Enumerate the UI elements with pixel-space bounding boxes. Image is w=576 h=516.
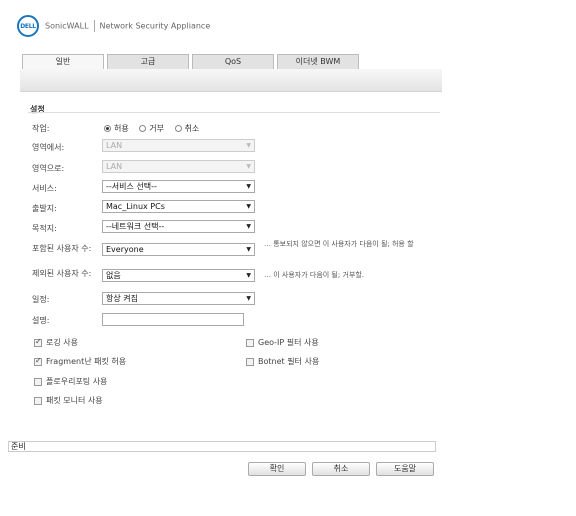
tab-qos[interactable]: QoS	[192, 54, 274, 69]
chevron-down-icon: ▼	[246, 246, 251, 253]
to-zone-value: LAN	[106, 162, 123, 171]
chevron-down-icon: ▼	[246, 295, 251, 302]
destination-select[interactable]: --네트워크 선택-- ▼	[102, 220, 255, 233]
cancel-button[interactable]: 취소	[312, 462, 370, 476]
tab-band	[20, 69, 442, 92]
botnet-label: Botnet 필터 사용	[258, 357, 320, 366]
chevron-down-icon: ▼	[246, 272, 251, 279]
brand-name: SonicWALL	[45, 21, 89, 31]
action-radio-group: 허용 거부 취소	[104, 123, 207, 134]
packet-monitor-option[interactable]: 패킷 모니터 사용	[34, 395, 103, 406]
radio-discard-label: 취소	[184, 124, 200, 133]
source-label: 출발지:	[32, 204, 57, 213]
geoip-label: Geo-IP 필터 사용	[258, 338, 319, 347]
to-zone-label: 영역으로:	[32, 164, 65, 173]
radio-allow-label: 허용	[114, 124, 129, 133]
schedule-value: 항상 켜짐	[106, 294, 138, 303]
packet-monitor-checkbox[interactable]	[34, 396, 42, 405]
botnet-checkbox[interactable]	[246, 357, 254, 366]
from-zone-label: 영역에서:	[32, 143, 65, 152]
tab-advanced[interactable]: 고급	[107, 54, 189, 69]
brand-separator	[93, 20, 95, 32]
radio-discard[interactable]	[174, 125, 182, 132]
geoip-option[interactable]: Geo-IP 필터 사용	[246, 337, 319, 348]
chevron-down-icon: ▼	[246, 183, 251, 190]
radio-deny[interactable]	[139, 125, 147, 132]
service-select[interactable]: --서비스 선택-- ▼	[102, 180, 255, 193]
botnet-option[interactable]: Botnet 필터 사용	[246, 356, 319, 367]
brand-title: SonicWALL Network Security Appliance	[45, 20, 210, 32]
from-zone-select: LAN ▼	[102, 139, 255, 152]
flow-reporting-checkbox[interactable]	[34, 377, 42, 386]
fragment-option[interactable]: Fragment난 패킷 허용	[34, 356, 126, 367]
logging-checkbox[interactable]	[34, 337, 42, 347]
comment-label: 설명:	[32, 316, 50, 325]
source-value: Mac_Linux PCs	[106, 202, 165, 211]
tab-ethernet-bwm[interactable]: 이더넷 BWM	[277, 54, 359, 69]
logging-option[interactable]: 로깅 사용	[34, 337, 78, 348]
action-label: 작업:	[32, 124, 50, 133]
users-included-hint: … 통보되지 않으면 이 사용자가 다음이 될; 허용 할	[264, 240, 414, 248]
users-included-label: 포함된 사용자 수:	[32, 244, 92, 253]
dell-logo: DELL	[17, 15, 39, 37]
section-divider	[28, 112, 440, 113]
tab-general[interactable]: 일반	[22, 54, 104, 69]
schedule-select[interactable]: 항상 켜짐 ▼	[102, 292, 255, 305]
users-included-value: Everyone	[106, 245, 144, 254]
help-button[interactable]: 도움말	[376, 462, 434, 476]
chevron-down-icon: ▼	[246, 163, 251, 170]
users-excluded-value: 없음	[106, 271, 121, 280]
chevron-down-icon: ▼	[246, 223, 251, 230]
section-title: 설정	[30, 105, 45, 114]
status-bar: 준비	[8, 441, 436, 452]
from-zone-value: LAN	[106, 141, 123, 150]
source-select[interactable]: Mac_Linux PCs ▼	[102, 200, 255, 213]
flow-reporting-label: 플로우리포팅 사용	[46, 377, 108, 386]
logging-label: 로깅 사용	[46, 338, 78, 347]
geoip-checkbox[interactable]	[246, 338, 254, 347]
service-value: --서비스 선택--	[106, 182, 157, 191]
destination-value: --네트워크 선택--	[106, 222, 165, 231]
users-excluded-hint: … 이 사용자가 다음이 될; 거부할.	[264, 271, 364, 279]
users-included-select[interactable]: Everyone ▼	[102, 243, 255, 256]
users-excluded-select[interactable]: 없음 ▼	[102, 269, 255, 282]
destination-label: 목적지:	[32, 224, 57, 233]
chevron-down-icon: ▼	[246, 203, 251, 210]
users-excluded-label: 제외된 사용자 수:	[32, 269, 92, 278]
packet-monitor-label: 패킷 모니터 사용	[46, 396, 103, 405]
flow-reporting-option[interactable]: 플로우리포팅 사용	[34, 376, 107, 387]
ok-button[interactable]: 확인	[248, 462, 306, 476]
product-name: Network Security Appliance	[99, 21, 211, 31]
comment-input[interactable]	[102, 313, 244, 326]
radio-allow[interactable]	[104, 125, 111, 132]
chevron-down-icon: ▼	[246, 142, 251, 149]
to-zone-select: LAN ▼	[102, 160, 255, 173]
service-label: 서비스:	[32, 184, 57, 193]
fragment-checkbox[interactable]	[34, 356, 42, 366]
radio-deny-label: 거부	[149, 124, 165, 133]
schedule-label: 일정:	[32, 295, 50, 304]
fragment-label: Fragment난 패킷 허용	[46, 357, 127, 366]
